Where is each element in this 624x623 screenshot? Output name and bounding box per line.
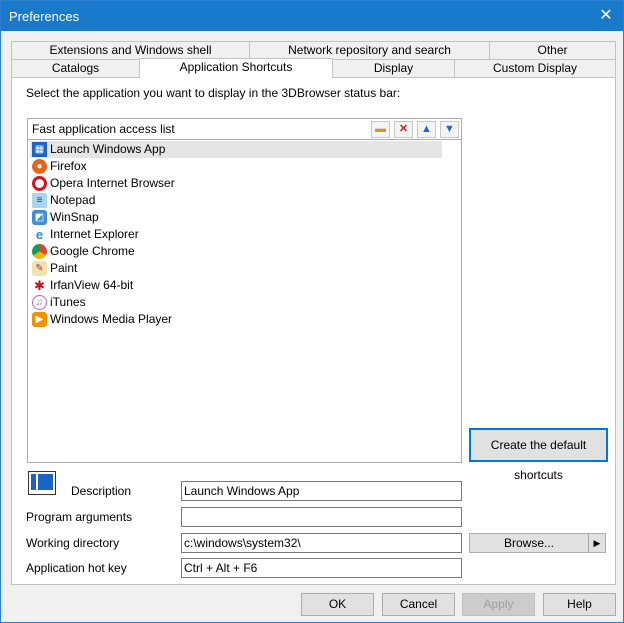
media-player-icon: ▶ xyxy=(32,312,47,327)
window-title: Preferences xyxy=(9,9,80,24)
list-item-paint[interactable]: ✎ Paint xyxy=(30,260,442,277)
description-label: Description xyxy=(71,484,132,498)
tab-application-shortcuts[interactable]: Application Shortcuts xyxy=(139,58,333,78)
preferences-window: Preferences ✕ Extensions and Windows she… xyxy=(0,0,624,623)
browse-button[interactable]: Browse... ▶ xyxy=(469,533,606,553)
list-item-internet-explorer[interactable]: e Internet Explorer xyxy=(30,226,442,243)
folder-icon[interactable]: ▬ xyxy=(371,121,390,138)
list-header-label: Fast application access list xyxy=(32,122,175,136)
browse-label: Browse... xyxy=(503,536,554,550)
list-item-opera[interactable]: Opera Internet Browser xyxy=(30,175,442,192)
list-item-launch-windows-app[interactable]: ▦ Launch Windows App xyxy=(30,141,442,158)
tab-network-repository-search[interactable]: Network repository and search xyxy=(249,41,490,59)
create-default-shortcuts-button[interactable]: Create the default shortcuts xyxy=(469,428,608,482)
selected-app-icon xyxy=(28,471,56,495)
irfanview-icon: ✱ xyxy=(32,278,47,293)
working-directory-label: Working directory xyxy=(26,536,120,550)
notepad-icon: ≡ xyxy=(32,193,47,208)
chrome-icon xyxy=(32,244,47,259)
browse-arrow-icon[interactable]: ▶ xyxy=(588,534,605,552)
paint-icon: ✎ xyxy=(32,261,47,276)
arrow-down-icon[interactable]: ▼ xyxy=(440,121,459,138)
firefox-icon: ● xyxy=(32,159,47,174)
program-arguments-label: Program arguments xyxy=(26,510,133,524)
internet-explorer-icon: e xyxy=(32,227,47,242)
ok-button[interactable]: OK xyxy=(301,593,374,616)
window-app-icon: ▦ xyxy=(32,142,47,157)
list-item-windows-media-player[interactable]: ▶ Windows Media Player xyxy=(30,311,442,328)
tab-catalogs[interactable]: Catalogs xyxy=(11,59,140,77)
tab-display[interactable]: Display xyxy=(332,59,455,77)
fast-access-list[interactable]: Fast application access list ▬ ✕ ▲ ▼ ▦ L… xyxy=(27,118,462,463)
instruction-text: Select the application you want to displ… xyxy=(26,86,401,100)
list-item-winsnap[interactable]: ◩ WinSnap xyxy=(30,209,442,226)
working-directory-field[interactable]: c:\windows\system32\ xyxy=(181,533,462,553)
application-shortcuts-panel: Select the application you want to displ… xyxy=(11,77,616,585)
opera-icon xyxy=(32,176,47,191)
help-button[interactable]: Help xyxy=(543,593,616,616)
delete-icon[interactable]: ✕ xyxy=(394,121,413,138)
list-item-notepad[interactable]: ≡ Notepad xyxy=(30,192,442,209)
list-item-irfanview[interactable]: ✱ IrfanView 64-bit xyxy=(30,277,442,294)
tab-extensions-windows-shell[interactable]: Extensions and Windows shell xyxy=(11,41,250,59)
winsnap-icon: ◩ xyxy=(32,210,47,225)
apply-button[interactable]: Apply xyxy=(462,593,535,616)
list-item-firefox[interactable]: ● Firefox xyxy=(30,158,442,175)
program-arguments-field[interactable] xyxy=(181,507,462,527)
list-header: Fast application access list ▬ ✕ ▲ ▼ xyxy=(28,119,461,140)
close-icon[interactable]: ✕ xyxy=(595,5,617,27)
hotkey-field[interactable]: Ctrl + Alt + F6 xyxy=(181,558,462,578)
itunes-icon: ♫ xyxy=(32,295,47,310)
tab-custom-display[interactable]: Custom Display xyxy=(454,59,616,77)
hotkey-label: Application hot key xyxy=(26,561,127,575)
list-item-itunes[interactable]: ♫ iTunes xyxy=(30,294,442,311)
arrow-up-icon[interactable]: ▲ xyxy=(417,121,436,138)
title-bar: Preferences ✕ xyxy=(1,1,623,31)
tab-other[interactable]: Other xyxy=(489,41,616,59)
cancel-button[interactable]: Cancel xyxy=(382,593,455,616)
description-field[interactable]: Launch Windows App xyxy=(181,481,462,501)
list-item-google-chrome[interactable]: Google Chrome xyxy=(30,243,442,260)
